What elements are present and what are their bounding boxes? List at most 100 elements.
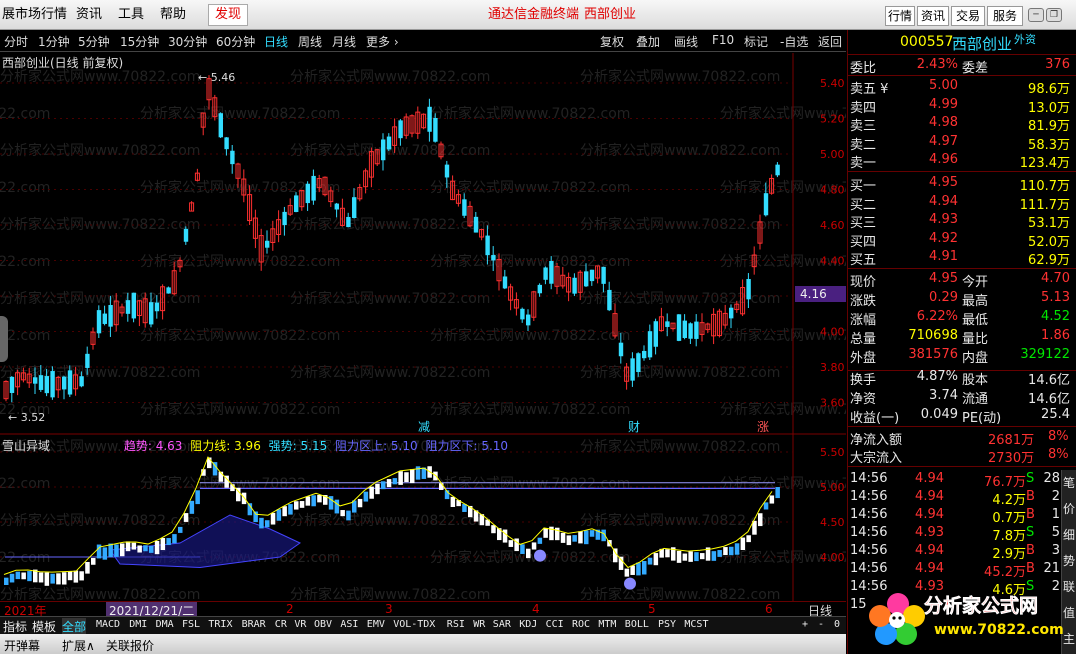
period-weekly[interactable]: 周线	[298, 33, 322, 50]
idx-plus-button[interactable]: +	[802, 619, 808, 630]
quote-stat-label: 现价	[850, 275, 877, 290]
menu-news[interactable]: 资讯	[76, 0, 102, 30]
sub-bar	[717, 550, 722, 557]
sub-bar	[27, 571, 32, 582]
sub-bar	[543, 527, 548, 538]
idx-minus-button[interactable]: -	[818, 619, 824, 630]
indicator-tab[interactable]: MACD	[96, 619, 120, 630]
period-5min[interactable]: 5分钟	[78, 33, 110, 50]
tab-template[interactable]: 模板	[32, 618, 56, 635]
period-1min[interactable]: 1分钟	[38, 33, 70, 50]
left-panel-handle[interactable]	[0, 316, 8, 362]
sub-bar	[694, 552, 699, 562]
side-tab[interactable]: 势	[1063, 552, 1075, 569]
bid-row-price: 4.94	[929, 193, 958, 209]
indicator-tab[interactable]: VOL-TDX	[393, 619, 435, 630]
danmu-toggle[interactable]: 开弹幕	[4, 637, 40, 654]
ask-row-label: 卖一	[850, 156, 877, 171]
candle-body	[334, 203, 339, 210]
btn-quote[interactable]: 行情	[885, 6, 915, 26]
indicator-tab[interactable]: SAR	[493, 619, 511, 630]
indicator-tab[interactable]: PSY	[658, 619, 676, 630]
period-daily[interactable]: 日线	[264, 33, 288, 50]
sub-bar	[386, 479, 392, 488]
bid-row-label: 买三	[850, 216, 877, 231]
indicator-tab[interactable]: DMA	[156, 619, 174, 630]
indicator-tab[interactable]: MTM	[598, 619, 616, 630]
candle-body	[618, 342, 624, 357]
weibi-label: 委比	[850, 61, 877, 76]
ask-row-label: 卖五 ¥	[850, 82, 889, 97]
indicator-tab[interactable]: EMV	[367, 619, 385, 630]
indicator-tab[interactable]: 全部	[62, 618, 87, 635]
menu-tools[interactable]: 工具	[118, 0, 144, 30]
fundamental-label: 股本	[962, 373, 989, 388]
indicator-tab[interactable]: BOLL	[625, 619, 649, 630]
candle-body	[526, 314, 531, 326]
x-axis-month-4: 4	[532, 602, 540, 616]
indicator-tab[interactable]: VR	[294, 619, 306, 630]
candle-body	[218, 113, 223, 138]
sub-bar	[560, 532, 566, 543]
menu-market[interactable]: 展市场行情	[2, 0, 67, 30]
tool-draw[interactable]: 画线	[674, 33, 698, 50]
period-monthly[interactable]: 月线	[332, 33, 356, 50]
price-tick-label: 3.60	[820, 397, 845, 410]
sub-bar	[392, 478, 398, 485]
indicator-tab[interactable]: RSI	[447, 619, 465, 630]
watermark-text: 分析家公式网www.70822.com	[0, 512, 200, 529]
restore-icon[interactable]: ❐	[1046, 8, 1062, 22]
sub-bar	[369, 486, 374, 499]
side-tab[interactable]: 价	[1063, 500, 1075, 517]
indicator-tab[interactable]: OBV	[314, 619, 332, 630]
idx-zero-button[interactable]: 0	[834, 619, 840, 630]
side-tab[interactable]: 笔	[1063, 474, 1075, 491]
candle-body	[38, 375, 44, 390]
sub-bar	[270, 512, 276, 525]
indicator-tab[interactable]: WR	[473, 619, 485, 630]
menu-discover[interactable]: 发现	[208, 4, 249, 26]
indicator-tab[interactable]: ROC	[572, 619, 590, 630]
period-15min[interactable]: 15分钟	[120, 33, 159, 50]
fundamental-label: 流通	[962, 392, 989, 407]
tool-fuquan[interactable]: 复权	[600, 33, 624, 50]
tool-overlay[interactable]: 叠加	[636, 33, 660, 50]
period-30min[interactable]: 30分钟	[168, 33, 207, 50]
btn-trade[interactable]: 交易	[951, 6, 985, 26]
minimize-icon[interactable]: ─	[1028, 8, 1044, 22]
sub-bar	[584, 530, 589, 545]
indicator-tab[interactable]: TRIX	[208, 619, 232, 630]
candle-body	[131, 292, 136, 319]
tool-watchlist[interactable]: -自选	[780, 33, 808, 50]
brand-stock: 西部创业	[584, 7, 637, 22]
indicator-tab[interactable]: MCST	[684, 619, 708, 630]
quote-stat-label: 量比	[962, 332, 989, 347]
indicator-tab[interactable]: ASI	[340, 619, 358, 630]
indicator-tab[interactable]: BRAR	[242, 619, 266, 630]
quote-stat-label: 最低	[962, 313, 989, 328]
related-quote[interactable]: 关联报价	[106, 637, 154, 654]
kline-chart[interactable]: 分析家公式网www.70822.com 分析家公式网www.70822.com 分析…	[0, 53, 846, 601]
sub-bar	[294, 501, 299, 510]
btn-news[interactable]: 资讯	[917, 6, 949, 26]
indicator-tab[interactable]: CR	[275, 619, 287, 630]
indicator-tabs: 指标 模板 全部 MACD DMI DMA FSL TRIX BRAR CR VR OBV ASI E…	[0, 616, 846, 635]
tool-back[interactable]: 返回	[818, 33, 842, 50]
tab-indicator[interactable]: 指标	[3, 618, 27, 635]
indicator-tab[interactable]: CCI	[546, 619, 564, 630]
tool-mark[interactable]: 标记	[744, 33, 768, 50]
indicator-tab[interactable]: FSL	[182, 619, 200, 630]
period-60min[interactable]: 60分钟	[216, 33, 255, 50]
indicator-tab[interactable]: DMI	[129, 619, 147, 630]
period-more[interactable]: 更多 ›	[366, 33, 399, 50]
period-fenshi[interactable]: 分时	[4, 33, 28, 50]
side-tab[interactable]: 细	[1063, 526, 1075, 543]
sub-bar	[711, 551, 717, 561]
menu-help[interactable]: 帮助	[160, 0, 186, 30]
indicator-tab[interactable]: KDJ	[519, 619, 537, 630]
btn-service[interactable]: 服务	[987, 6, 1023, 26]
flow-value: 2681万	[988, 433, 1035, 448]
tool-f10[interactable]: F10	[712, 33, 734, 47]
expand-button[interactable]: 扩展∧	[62, 637, 95, 654]
watermark-text: 分析家公式网www.70822.com	[580, 68, 780, 85]
